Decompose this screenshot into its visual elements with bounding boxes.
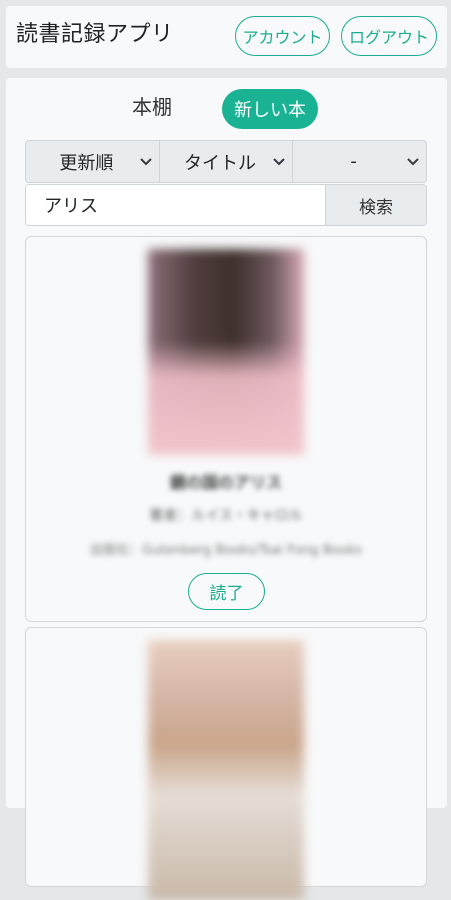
status-select-value: -	[350, 151, 357, 172]
filter-row: 更新順 タイトル -	[25, 140, 427, 183]
app-title: 読書記録アプリ	[16, 22, 174, 47]
chevron-down-icon	[407, 158, 419, 166]
book-card[interactable]	[25, 627, 427, 900]
book-card[interactable]: 鏡の国のアリス 著者：ルイス・キャロル 出版社：Gutenberg Books/…	[25, 236, 427, 622]
app-header: 読書記録アプリ アカウント ログアウト	[6, 6, 447, 68]
search-input[interactable]	[26, 185, 325, 225]
tab-new-book[interactable]: 新しい本	[222, 89, 318, 129]
field-select[interactable]: タイトル	[158, 141, 293, 182]
sort-select-value: 更新順	[59, 152, 114, 174]
book-title: 鏡の国のアリス	[169, 473, 282, 492]
logout-button[interactable]: ログアウト	[341, 16, 437, 56]
chevron-down-icon	[273, 158, 286, 166]
status-select[interactable]: -	[292, 141, 426, 182]
sort-select[interactable]: 更新順	[26, 141, 159, 182]
search-bar: 検索	[25, 184, 427, 226]
account-button[interactable]: アカウント	[235, 16, 330, 56]
book-publisher: 出版社：Gutenberg Books/Tsai Fong Books	[90, 543, 362, 558]
search-button[interactable]: 検索	[325, 185, 426, 225]
book-author: 著者：ルイス・キャロル	[149, 508, 303, 524]
book-cover[interactable]	[148, 640, 304, 900]
main-panel: 本棚 新しい本 更新順 タイトル - 検索 鏡の国のアリス 著者：ルイス・キャロ…	[6, 78, 447, 900]
book-cover[interactable]	[148, 249, 304, 455]
chevron-down-icon	[139, 158, 152, 166]
tab-bookshelf[interactable]: 本棚	[132, 93, 172, 121]
read-status-button[interactable]: 読了	[188, 573, 265, 610]
field-select-value: タイトル	[184, 152, 256, 174]
